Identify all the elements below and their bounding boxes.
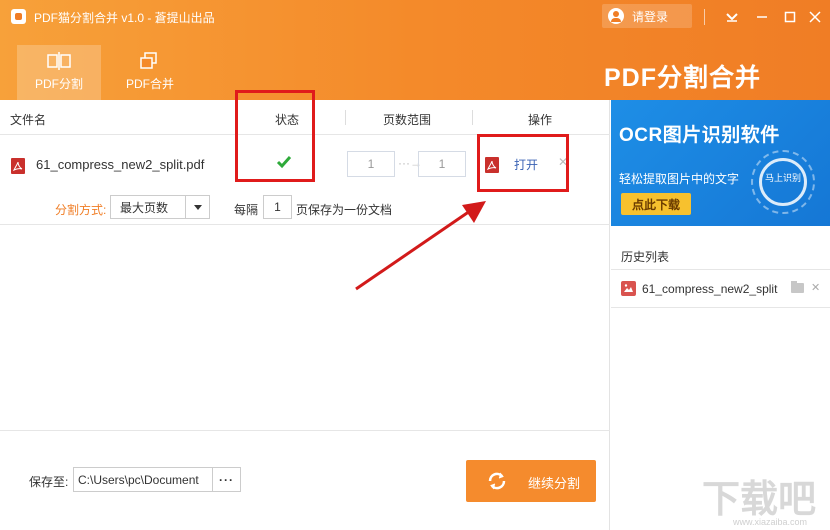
page-to-input[interactable]: 1 (418, 151, 466, 177)
watermark-url: www.xiazaiba.com (733, 517, 808, 527)
page-from-input[interactable]: 1 (347, 151, 395, 177)
history-item-name: 61_compress_new2_split (642, 282, 778, 296)
header-filename: 文件名 (10, 113, 47, 127)
window-title: PDF猫分割合并 v1.0 - 蒼提山出品 (34, 11, 215, 25)
history-item[interactable]: 61_compress_new2_split ✕ (611, 270, 830, 308)
folder-icon[interactable] (791, 281, 804, 293)
menu-icon[interactable] (720, 5, 744, 29)
tab-label-merge: PDF合并 (125, 77, 174, 91)
refresh-icon (488, 472, 506, 490)
app-header: PDF猫分割合并 v1.0 - 蒼提山出品 请登录 PDF分割 PDF合并 PD… (0, 0, 830, 100)
history-remove-icon[interactable]: ✕ (811, 281, 820, 294)
annotation-box-open (477, 134, 569, 192)
continue-split-label: 继续分割 (528, 476, 581, 491)
tab-label-split: PDF分割 (34, 77, 83, 91)
close-icon[interactable] (803, 5, 827, 29)
right-panel: OCR图片识别软件 轻松提取图片中的文字 点此下载 马上识别 历史列表 61_c… (611, 100, 830, 530)
annotation-arrow (355, 201, 486, 291)
split-mode-label: 分割方式: (55, 203, 107, 217)
save-path-value: C:\Users\pc\Document (78, 472, 199, 487)
ocr-ad-banner[interactable]: OCR图片识别软件 轻松提取图片中的文字 点此下载 马上识别 (611, 100, 830, 226)
maximize-icon[interactable] (778, 5, 802, 29)
save-path-input[interactable]: C:\Users\pc\Document ··· (73, 467, 241, 492)
user-icon (608, 8, 624, 24)
split-settings: 分割方式: 最大页数 每隔 1 页保存为一份文档 (0, 193, 610, 225)
split-mode-select[interactable]: 最大页数 (110, 195, 210, 219)
merge-icon (140, 52, 157, 69)
header-divider (472, 110, 473, 125)
chevron-down-icon (193, 204, 202, 210)
split-icon (47, 52, 71, 70)
minimize-icon[interactable] (750, 5, 774, 29)
tab-pdf-merge[interactable]: PDF合并 (108, 45, 192, 100)
watermark-logo: 下载吧 (702, 479, 817, 521)
ad-subtitle: 轻松提取图片中的文字 (619, 172, 740, 186)
titlebar-separator (704, 9, 705, 25)
brand-title: PDF分割合并 (604, 64, 762, 92)
every-label: 每隔 (234, 203, 259, 217)
history-title: 历史列表 (621, 250, 670, 264)
save-to-label: 保存至: (29, 475, 69, 489)
browse-button[interactable]: ··· (212, 468, 240, 491)
title-bar: PDF猫分割合并 v1.0 - 蒼提山出品 请登录 (0, 0, 830, 34)
pdf-file-icon (11, 158, 25, 174)
app-logo-icon (11, 9, 26, 24)
file-name: 61_compress_new2_split.pdf (36, 157, 205, 172)
login-button[interactable]: 请登录 (602, 4, 692, 28)
tab-pdf-split[interactable]: PDF分割 (17, 45, 101, 100)
header-page-range: 页数范围 (383, 113, 432, 127)
split-mode-value: 最大页数 (120, 200, 169, 215)
image-file-icon (621, 281, 636, 296)
header-divider (345, 110, 346, 125)
header-action: 操作 (528, 113, 553, 127)
ad-badge: 马上识别 (759, 158, 807, 206)
ad-download-button[interactable]: 点此下载 (621, 193, 691, 215)
login-label: 请登录 (632, 9, 669, 24)
bottom-bar: 保存至: C:\Users\pc\Document ··· 继续分割 (0, 430, 610, 530)
annotation-box-status (235, 90, 315, 182)
ad-title: OCR图片识别软件 (619, 125, 780, 146)
dropdown-toggle[interactable] (185, 196, 209, 218)
pages-per-file-input[interactable]: 1 (263, 195, 292, 219)
continue-split-button[interactable]: 继续分割 (466, 460, 596, 502)
